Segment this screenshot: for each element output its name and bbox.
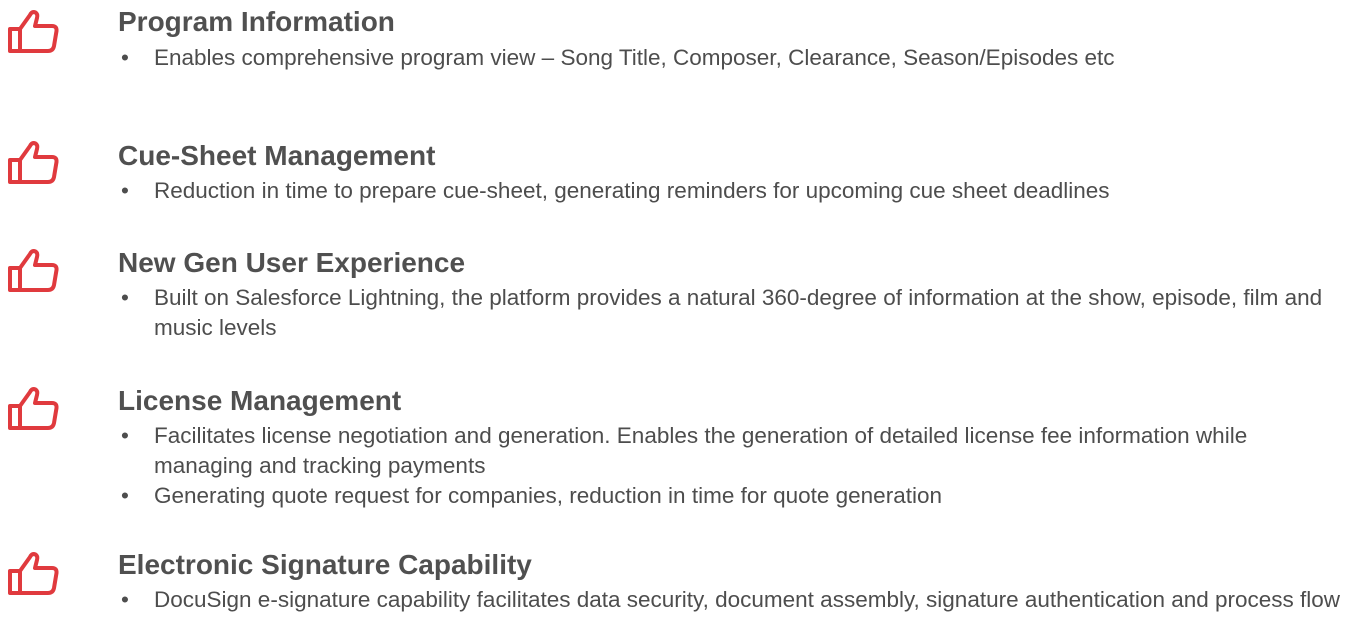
bullet-item: • Built on Salesforce Lightning, the pla…: [118, 283, 1351, 343]
bullet-marker: •: [121, 178, 129, 203]
bullet-marker: •: [121, 483, 129, 508]
bullet-list: • Reduction in time to prepare cue-sheet…: [118, 176, 1351, 206]
bullet-text: DocuSign e-signature capability facilita…: [154, 587, 1341, 612]
bullet-item: • Reduction in time to prepare cue-sheet…: [118, 176, 1351, 206]
section-title: Cue-Sheet Management: [118, 140, 436, 171]
bullet-text: Reduction in time to prepare cue-sheet, …: [154, 178, 1110, 203]
thumbs-up-icon: [6, 8, 60, 54]
section-title: Electronic Signature Capability: [118, 549, 532, 580]
bullet-marker: •: [121, 587, 129, 612]
bullet-item: • Enables comprehensive program view – S…: [118, 43, 1351, 73]
thumbs-up-icon: [6, 247, 60, 293]
bullet-text: Enables comprehensive program view – Son…: [154, 45, 1115, 70]
thumbs-up-icon: [6, 139, 60, 185]
bullet-marker: •: [121, 285, 129, 310]
thumbs-up-icon: [6, 550, 60, 596]
section-title: License Management: [118, 385, 402, 416]
bullet-marker: •: [121, 45, 129, 70]
bullet-item: • Generating quote request for companies…: [118, 481, 1351, 511]
section-title: Program Information: [118, 6, 395, 37]
bullet-text: Generating quote request for companies, …: [154, 483, 942, 508]
bullet-list: • Enables comprehensive program view – S…: [118, 43, 1351, 73]
bullet-text: Built on Salesforce Lightning, the platf…: [154, 285, 1323, 340]
section-title: New Gen User Experience: [118, 247, 466, 278]
bullet-list: • DocuSign e-signature capability facili…: [118, 585, 1351, 615]
bullet-item: • DocuSign e-signature capability facili…: [118, 585, 1351, 615]
bullet-marker: •: [121, 423, 129, 448]
thumbs-up-icon: [6, 385, 60, 431]
bullet-text: Facilitates license negotiation and gene…: [154, 423, 1248, 478]
bullet-item: • Facilitates license negotiation and ge…: [118, 421, 1351, 481]
bullet-list: • Facilitates license negotiation and ge…: [118, 421, 1351, 511]
bullet-list: • Built on Salesforce Lightning, the pla…: [118, 283, 1351, 343]
